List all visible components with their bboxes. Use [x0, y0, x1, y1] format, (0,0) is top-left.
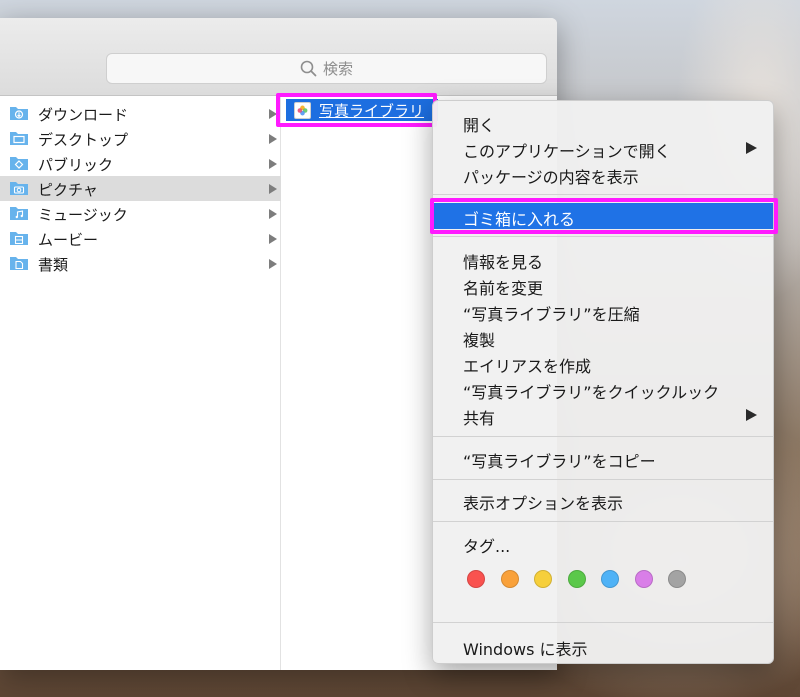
menu-item-label: “写真ライブラリ”をコピー — [463, 452, 656, 471]
tag-red-button[interactable] — [467, 570, 485, 588]
download-folder-icon — [10, 107, 28, 120]
chevron-right-icon — [269, 184, 277, 194]
menu-separator — [433, 521, 773, 522]
sidebar-item-downloads[interactable]: ダウンロード — [0, 101, 281, 126]
chevron-right-icon — [269, 259, 277, 269]
tag-blue-button[interactable] — [601, 570, 619, 588]
chevron-right-icon — [269, 209, 277, 219]
tag-yellow-button[interactable] — [534, 570, 552, 588]
sidebar-item-label: ムービー — [38, 231, 99, 249]
sidebar-item-movies[interactable]: ムービー — [0, 226, 281, 251]
music-folder-icon — [10, 207, 28, 220]
highlight-move-to-trash — [430, 198, 778, 234]
menu-item-tags[interactable]: タグ... — [433, 530, 773, 556]
search-field[interactable]: 検索 — [106, 53, 547, 84]
documents-folder-icon — [10, 257, 28, 270]
sidebar-item-desktop[interactable]: デスクトップ — [0, 126, 281, 151]
search-placeholder: 検索 — [322, 60, 353, 78]
menu-item-label: “写真ライブラリ”を圧縮 — [463, 305, 640, 324]
chevron-right-icon — [269, 134, 277, 144]
sidebar-item-label: パブリック — [38, 156, 114, 174]
menu-separator — [433, 479, 773, 480]
chevron-right-icon — [269, 159, 277, 169]
toolbar: 検索 — [0, 18, 557, 96]
tag-purple-button[interactable] — [634, 570, 653, 588]
menu-item-label: 開く — [463, 116, 496, 135]
chevron-right-icon — [269, 234, 277, 244]
sidebar-item-pictures[interactable]: ピクチャ — [0, 176, 281, 201]
menu-item-show-view-options[interactable]: 表示オプションを表示 — [433, 487, 773, 513]
movies-folder-icon — [10, 232, 28, 245]
menu-item-copy[interactable]: “写真ライブラリ”をコピー — [433, 445, 773, 471]
search-icon — [300, 60, 317, 77]
menu-item-show-in-windows[interactable]: Windows に表示 — [433, 633, 773, 659]
sidebar-item-label: 書類 — [38, 256, 69, 274]
menu-item-label: 名前を変更 — [463, 279, 544, 298]
sidebar-item-label: ピクチャ — [38, 181, 98, 199]
menu-item-label: このアプリケーションで開く — [463, 142, 671, 161]
sidebar-item-label: ミュージック — [38, 206, 128, 224]
menu-item-make-alias[interactable]: エイリアスを作成 — [433, 350, 773, 376]
desktop-folder-icon — [10, 132, 28, 145]
menu-item-compress[interactable]: “写真ライブラリ”を圧縮 — [433, 298, 773, 324]
highlight-selected-item — [276, 93, 437, 127]
menu-item-open[interactable]: 開く — [433, 109, 773, 135]
public-folder-icon — [10, 157, 28, 170]
tag-gray-button[interactable] — [668, 570, 686, 588]
menu-separator — [433, 436, 773, 437]
menu-item-label: タグ... — [463, 537, 511, 556]
pictures-folder-icon — [10, 182, 28, 195]
sidebar-column: ダウンロード デスクトップ パブリック ピクチャ ミュージック ムービー 書類 — [0, 97, 281, 670]
menu-item-label: Windows に表示 — [463, 640, 588, 659]
menu-item-open-with[interactable]: このアプリケーションで開く — [433, 135, 773, 161]
menu-item-label: パッケージの内容を表示 — [463, 168, 639, 187]
menu-separator — [433, 236, 773, 237]
sidebar-item-label: デスクトップ — [38, 131, 129, 149]
menu-item-label: 表示オプションを表示 — [463, 494, 624, 513]
sidebar-item-music[interactable]: ミュージック — [0, 201, 281, 226]
menu-item-duplicate[interactable]: 複製 — [433, 324, 773, 350]
sidebar-item-label: ダウンロード — [38, 106, 129, 124]
menu-item-rename[interactable]: 名前を変更 — [433, 272, 773, 298]
menu-item-get-info[interactable]: 情報を見る — [433, 246, 773, 272]
context-menu: 開く このアプリケーションで開く パッケージの内容を表示 ゴミ箱に入れる 情報を… — [432, 100, 774, 664]
submenu-arrow-icon — [746, 142, 757, 154]
sidebar-item-documents[interactable]: 書類 — [0, 251, 281, 276]
menu-separator — [433, 622, 773, 623]
sidebar-item-public[interactable]: パブリック — [0, 151, 281, 176]
menu-item-label: “写真ライブラリ”をクイックルック — [463, 383, 720, 402]
tag-green-button[interactable] — [567, 570, 586, 588]
menu-item-label: 共有 — [463, 409, 496, 428]
menu-item-show-package-contents[interactable]: パッケージの内容を表示 — [433, 161, 773, 187]
menu-item-quick-look[interactable]: “写真ライブラリ”をクイックルック — [433, 376, 773, 402]
submenu-arrow-icon — [746, 409, 757, 421]
tag-orange-button[interactable] — [500, 570, 519, 588]
menu-item-label: 複製 — [463, 331, 496, 350]
menu-item-label: エイリアスを作成 — [463, 357, 592, 376]
menu-item-label: 情報を見る — [463, 253, 544, 272]
menu-item-share[interactable]: 共有 — [433, 402, 773, 428]
menu-separator — [433, 194, 773, 195]
